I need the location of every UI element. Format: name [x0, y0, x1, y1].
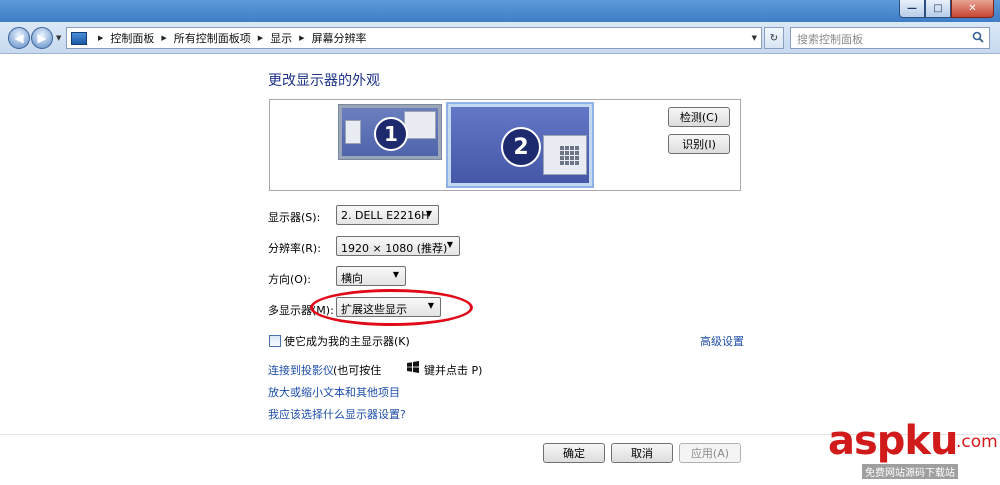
breadcrumb-display[interactable]: 显示 [270, 30, 292, 46]
identify-button[interactable]: 识别(I) [668, 134, 730, 154]
chevron-down-icon: ▼ [392, 270, 399, 279]
orientation-select-value: 横向 [341, 272, 363, 285]
minimize-button[interactable]: — [899, 0, 925, 18]
apply-button[interactable]: 应用(A) [679, 443, 741, 463]
monitor-2-screen: 2 [451, 107, 589, 183]
chevron-right-icon[interactable]: ▶ [299, 34, 304, 42]
refresh-button[interactable]: ↻ [764, 27, 784, 49]
display-label: 显示器(S): [268, 211, 321, 224]
connect-projector-link[interactable]: 连接到投影仪 [268, 362, 334, 378]
refresh-icon: ↻ [769, 32, 779, 44]
keypad-icon [560, 146, 579, 165]
display-settings-help-link[interactable]: 我应该选择什么显示器设置? [268, 406, 406, 422]
back-button[interactable]: ◀ [8, 27, 30, 49]
chevron-right-icon[interactable]: ▶ [161, 34, 166, 42]
breadcrumb-control-panel[interactable]: 控制面板 [110, 30, 154, 46]
orientation-label: 方向(O): [268, 273, 311, 286]
display-select-value: 2. DELL E2216H [341, 209, 430, 222]
watermark-logo: aspku .com 免费网站源码下载站 [828, 418, 998, 482]
resolution-select[interactable]: 1920 × 1080 (推荐) ▼ [336, 236, 460, 256]
recent-pages-dropdown[interactable]: ▼ [56, 34, 61, 42]
watermark-brand: aspku [828, 418, 959, 464]
chevron-down-icon: ▼ [446, 240, 453, 249]
detect-button[interactable]: 检测(C) [668, 107, 730, 127]
primary-display-checkbox-label[interactable]: 使它成为我的主显示器(K) [284, 333, 410, 349]
display-select[interactable]: 2. DELL E2216H ▼ [336, 205, 439, 225]
breadcrumb-all-items[interactable]: 所有控制面板项 [174, 30, 251, 46]
projector-hint-prefix: (也可按住 [333, 364, 382, 377]
window-controls: — □ ✕ [899, 0, 994, 18]
text-size-link[interactable]: 放大或缩小文本和其他项目 [268, 384, 400, 400]
arrow-right-icon: ▶ [37, 31, 47, 45]
ok-button[interactable]: 确定 [543, 443, 605, 463]
watermark-domain: .com [956, 432, 998, 452]
forward-button[interactable]: ▶ [31, 27, 53, 49]
page-title: 更改显示器的外观 [268, 73, 380, 89]
window-thumbnail-icon [345, 120, 361, 144]
chevron-down-icon[interactable]: ▼ [752, 34, 757, 42]
breadcrumb-screen-resolution[interactable]: 屏幕分辨率 [312, 30, 367, 46]
address-bar-area: ◀ ▶ ▼ ▶ 控制面板 ▶ 所有控制面板项 ▶ 显示 ▶ 屏幕分辨率 ▼ ↻ … [0, 22, 1000, 54]
control-panel-icon [71, 31, 87, 45]
monitor-2-tile[interactable]: 2 [446, 102, 594, 188]
chevron-right-icon[interactable]: ▶ [98, 34, 103, 42]
resolution-select-value: 1920 × 1080 (推荐) [341, 242, 448, 255]
window-thumbnail-icon [543, 135, 587, 175]
monitor-1-tile[interactable]: 1 [338, 104, 442, 160]
breadcrumb[interactable]: ▶ 控制面板 ▶ 所有控制面板项 ▶ 显示 ▶ 屏幕分辨率 ▼ [66, 27, 762, 49]
search-placeholder: 搜索控制面板 [797, 33, 863, 46]
search-input[interactable]: 搜索控制面板 [790, 27, 990, 49]
advanced-settings-link[interactable]: 高级设置 [700, 333, 744, 349]
windows-logo-icon [407, 361, 419, 373]
chevron-down-icon: ▼ [425, 209, 432, 218]
maximize-button[interactable]: □ [925, 0, 951, 18]
chevron-right-icon[interactable]: ▶ [258, 34, 263, 42]
close-button[interactable]: ✕ [951, 0, 994, 18]
arrow-left-icon: ◀ [14, 31, 24, 45]
window-thumbnail-icon [404, 111, 436, 139]
watermark-tagline: 免费网站源码下载站 [862, 464, 958, 479]
resolution-label: 分辨率(R): [268, 242, 321, 255]
projector-hint-suffix: 键并点击 P) [424, 364, 483, 377]
title-bar: — □ ✕ [0, 0, 1000, 22]
primary-display-checkbox[interactable] [269, 335, 281, 347]
cancel-button[interactable]: 取消 [611, 443, 673, 463]
monitor-2-badge: 2 [501, 127, 541, 167]
search-icon[interactable] [972, 31, 984, 43]
highlight-ellipse [310, 289, 473, 326]
monitor-1-screen: 1 [342, 108, 438, 156]
monitor-1-badge: 1 [374, 117, 408, 151]
orientation-select[interactable]: 横向 ▼ [336, 266, 406, 286]
